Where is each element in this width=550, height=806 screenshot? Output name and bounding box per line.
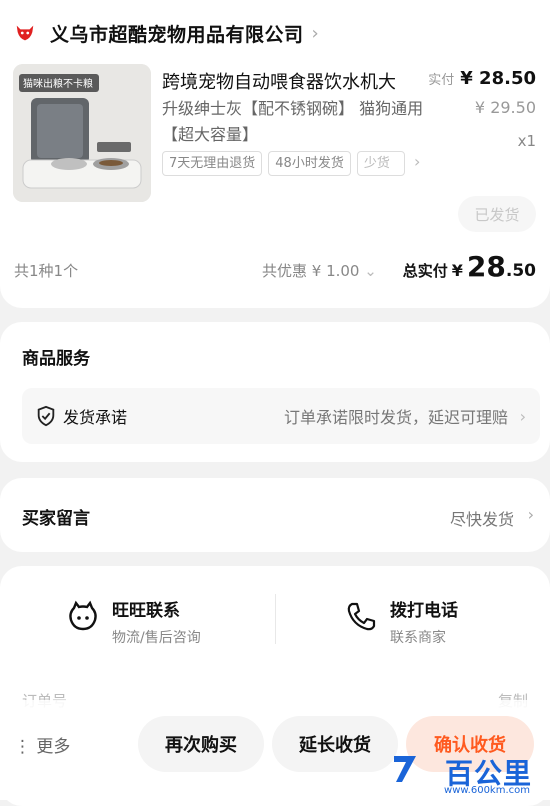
discount-toggle[interactable]: 共优惠 ¥ 1.00 ⌄	[262, 260, 377, 281]
chevron-right-icon: ›	[519, 406, 526, 426]
shop-name: 义乌市超酷宠物用品有限公司	[50, 23, 304, 46]
more-button[interactable]: ⋮ 更多	[14, 732, 70, 757]
wangwang-chat-icon	[69, 600, 97, 631]
wangwang-subtitle: 物流/售后咨询	[112, 630, 201, 646]
watermark-logo-icon	[394, 756, 416, 782]
tag-shipping: 48小时发货	[268, 151, 351, 176]
shipping-promise-row[interactable]: 发货承诺 订单承诺限时发货，延迟可理赔 ›	[22, 388, 540, 444]
chevron-right-icon: ›	[311, 22, 319, 44]
shop-logo-icon	[16, 25, 34, 41]
total-currency: ¥	[451, 261, 463, 280]
svg-text:猫咪出粮不卡粮: 猫咪出粮不卡粮	[23, 77, 93, 90]
paid-label: 实付	[428, 73, 455, 88]
call-merchant-button[interactable]: 拨打电话 联系商家	[344, 596, 458, 647]
shop-header[interactable]: 义乌市超酷宠物用品有限公司 ›	[14, 18, 319, 48]
service-title: 商品服务	[22, 349, 90, 369]
paid-value: ¥ 28.50	[460, 68, 536, 89]
more-dots-icon: ⋮	[14, 737, 31, 757]
pet-feeder-image: 猫咪出粮不卡粮	[13, 64, 151, 202]
discount-text: 共优惠 ¥ 1.00	[262, 262, 360, 280]
tag-more: 少货	[356, 151, 405, 176]
phone-icon	[347, 602, 376, 631]
phone-subtitle: 联系商家	[390, 630, 446, 646]
quantity: x1	[517, 132, 536, 150]
total-label: 总实付	[402, 262, 448, 280]
message-title: 买家留言	[22, 509, 90, 529]
product-title[interactable]: 跨境宠物自动喂食器饮水机大	[162, 68, 396, 94]
original-price: ¥ 29.50	[474, 98, 536, 117]
shield-check-icon	[37, 405, 55, 427]
service-desc: 订单承诺限时发货，延迟可理赔	[283, 408, 508, 427]
wangwang-contact-button[interactable]: 旺旺联系 物流/售后咨询	[66, 596, 201, 647]
total-integer: 28	[466, 250, 506, 283]
chevron-right-icon[interactable]: ›	[414, 152, 420, 171]
wangwang-title: 旺旺联系	[112, 601, 180, 621]
service-card: 商品服务 发货承诺 订单承诺限时发货，延迟可理赔 ›	[0, 322, 550, 462]
total-paid: 总实付 ¥ 28 .50	[403, 250, 536, 283]
watermark-url: www.600km.com	[444, 785, 530, 796]
divider	[275, 594, 276, 644]
rebuy-button[interactable]: 再次购买	[138, 716, 264, 772]
paid-price: 实付 ¥ 28.50	[428, 68, 536, 89]
service-name: 发货承诺	[63, 408, 128, 427]
buyer-message-card[interactable]: 买家留言 尽快发货 ›	[0, 478, 550, 552]
product-thumbnail[interactable]: 猫咪出粮不卡粮	[13, 64, 151, 202]
more-label: 更多	[36, 737, 71, 757]
extend-receipt-button[interactable]: 延长收货	[272, 716, 398, 772]
shipped-status-button[interactable]: 已发货	[458, 196, 536, 232]
chevron-down-icon: ⌄	[364, 262, 377, 280]
total-decimal: .50	[505, 261, 536, 281]
item-count: 共1种1个	[14, 262, 79, 280]
watermark: 百公里 www.600km.com	[390, 752, 542, 798]
order-card: 义乌市超酷宠物用品有限公司 › 猫咪出粮不卡粮 跨境宠物自动喂食器饮水机大 升级…	[0, 0, 550, 308]
product-spec: 升级绅士灰【配不锈钢碗】 猫狗通用【超大容量】	[162, 99, 424, 144]
phone-title: 拨打电话	[390, 601, 458, 621]
tag-return: 7天无理由退货	[162, 151, 263, 176]
chevron-right-icon: ›	[527, 505, 534, 524]
message-value: 尽快发货	[449, 510, 514, 529]
service-tags[interactable]: 7天无理由退货 48小时发货 少货	[162, 151, 405, 176]
